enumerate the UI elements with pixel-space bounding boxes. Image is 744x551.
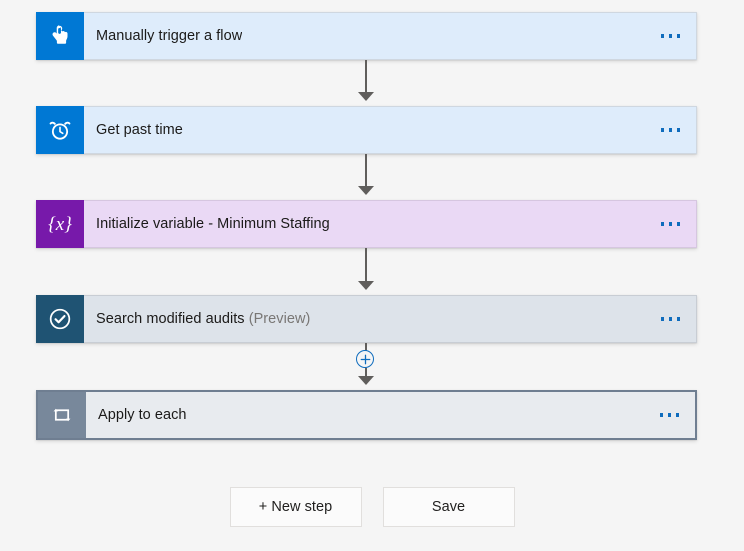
menu-dot — [668, 222, 672, 226]
connector-arrowhead — [358, 92, 374, 101]
flow-step-title: Manually trigger a flow — [96, 28, 243, 44]
flow-step-overflow-menu-button[interactable] — [651, 216, 683, 232]
flow-step-card-search-modified-audits[interactable]: Search modified audits (Preview) — [36, 295, 697, 343]
connector-line — [365, 248, 367, 282]
flow-step-overflow-menu-button[interactable] — [651, 311, 683, 327]
flow-step-card-initialize-variable-minimum-staffing[interactable]: {x} Initialize variable - Minimum Staffi… — [36, 200, 697, 248]
menu-dot — [668, 317, 672, 321]
flow-step-card-get-past-time[interactable]: Get past time — [36, 106, 697, 154]
connector-arrowhead — [358, 186, 374, 195]
menu-dot — [675, 413, 679, 417]
plus-icon — [360, 354, 370, 364]
variable-braces-icon: {x} — [36, 200, 84, 248]
flow-step-overflow-menu-button[interactable] — [651, 122, 683, 138]
alarm-clock-icon — [36, 106, 84, 154]
save-button[interactable]: Save — [382, 487, 515, 527]
menu-dot — [660, 128, 664, 132]
menu-dot — [676, 128, 680, 132]
menu-dot — [668, 34, 672, 38]
flow-step-title: Search modified audits (Preview) — [96, 311, 311, 327]
menu-dot — [676, 222, 680, 226]
insert-new-step-button[interactable] — [356, 350, 374, 368]
connector-arrowhead — [358, 376, 374, 385]
menu-dot — [660, 222, 664, 226]
flow-step-body: Apply to each — [86, 392, 695, 438]
menu-dot — [668, 128, 672, 132]
connector-arrowhead — [358, 281, 374, 290]
flow-step-body: Search modified audits (Preview) — [84, 295, 697, 343]
flow-step-body: Initialize variable - Minimum Staffing — [84, 200, 697, 248]
flow-step-card-apply-to-each[interactable]: Apply to each — [36, 390, 697, 440]
menu-dot — [676, 317, 680, 321]
flow-step-overflow-menu-button[interactable] — [651, 28, 683, 44]
flow-step-body: Get past time — [84, 106, 697, 154]
menu-dot — [667, 413, 671, 417]
menu-dot — [659, 413, 663, 417]
connector-line — [365, 154, 367, 187]
loop-repeat-icon — [38, 392, 86, 438]
flow-step-title: Initialize variable - Minimum Staffing — [96, 216, 330, 232]
menu-dot — [660, 317, 664, 321]
flow-step-title: Get past time — [96, 122, 183, 138]
svg-text:{x}: {x} — [48, 214, 72, 235]
connector-line — [365, 368, 367, 378]
connector-line — [365, 60, 367, 93]
flow-step-card-manually-trigger-a-flow[interactable]: Manually trigger a flow — [36, 12, 697, 60]
flow-step-body: Manually trigger a flow — [84, 12, 697, 60]
menu-dot — [676, 34, 680, 38]
flow-step-preview-tag: (Preview) — [248, 311, 311, 327]
new-step-button[interactable]: + New step — [229, 487, 362, 527]
check-circle-icon — [36, 295, 84, 343]
flow-designer-canvas: Manually trigger a flow Get past time {x… — [0, 0, 744, 551]
flow-step-overflow-menu-button[interactable] — [650, 407, 682, 423]
menu-dot — [660, 34, 664, 38]
flow-step-title: Apply to each — [98, 407, 187, 423]
flow-action-button-bar: + New step Save — [0, 487, 744, 527]
tap-hand-icon — [36, 12, 84, 60]
